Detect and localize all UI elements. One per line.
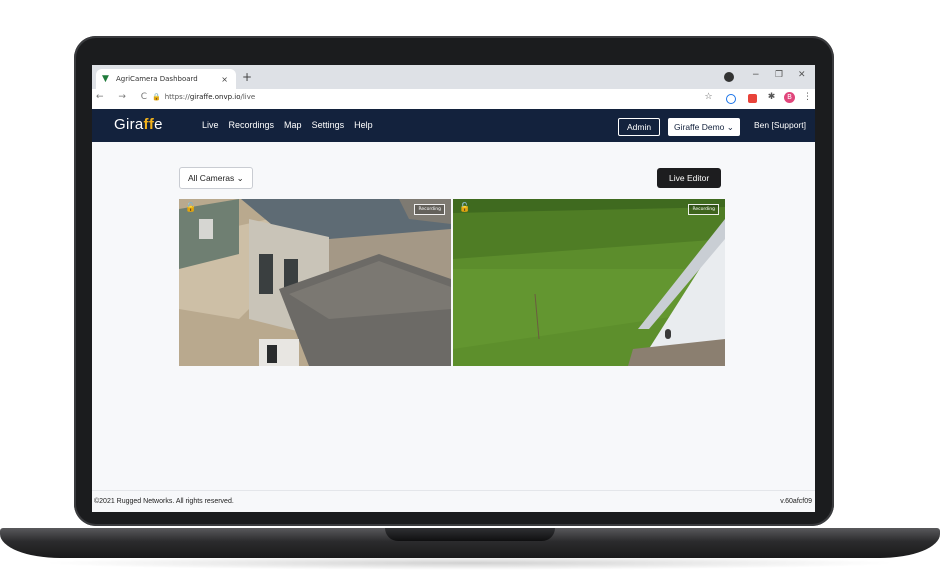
version-text: v.60afcf09 [780, 498, 812, 505]
nav-map[interactable]: Map [284, 120, 302, 130]
main-nav: Live Recordings Map Settings Help [202, 120, 373, 130]
camera-feed-image [179, 199, 451, 366]
nav-buttons[interactable]: ← → C [96, 92, 153, 102]
url-field[interactable]: 🔒 https://giraffe.onvp.io/live [152, 93, 255, 101]
camera-filter-select[interactable]: All Cameras ⌄ [179, 167, 253, 189]
nav-live[interactable]: Live [202, 120, 219, 130]
camera-feed[interactable]: 🔓 Recording [453, 199, 725, 366]
unlock-icon[interactable]: 🔓 [459, 203, 470, 213]
extension-2-icon[interactable] [748, 94, 757, 103]
browser-tabstrip: ▼ AgriCamera Dashboard × + − ❐ ✕ [92, 65, 815, 89]
laptop-screen: ▼ AgriCamera Dashboard × + − ❐ ✕ ← → C 🔒… [92, 65, 815, 512]
copyright-text: ©2021 Rugged Networks. All rights reserv… [94, 498, 234, 505]
restore-icon[interactable]: ❐ [775, 70, 783, 80]
menu-kebab-icon[interactable]: ⋮ [802, 92, 813, 103]
logo-text-1: Gira [114, 116, 144, 133]
nav-settings[interactable]: Settings [312, 120, 345, 130]
tab-close-icon[interactable]: × [221, 75, 228, 84]
user-menu[interactable]: Ben [Support] [754, 120, 806, 130]
address-bar: ← → C 🔒 https://giraffe.onvp.io/live ☆ ✱ … [92, 89, 815, 110]
profile-dot-icon[interactable] [724, 72, 734, 82]
org-select[interactable]: Giraffe Demo ⌄ [668, 118, 740, 136]
camera-feed-image [453, 199, 725, 366]
admin-button[interactable]: Admin [618, 118, 661, 136]
chevron-down-icon: ⌄ [236, 173, 244, 183]
avatar[interactable]: B [784, 92, 795, 103]
url-scheme: https:// [164, 93, 190, 101]
recording-badge: Recording [688, 204, 719, 215]
url-path: /live [240, 93, 256, 101]
logo-text-accent: ff [143, 116, 155, 133]
camera-feed[interactable]: 🔓 Recording [179, 199, 451, 366]
app-header: Giraffe Live Recordings Map Settings Hel… [92, 109, 815, 142]
laptop-shadow [40, 556, 900, 570]
lock-icon: 🔒 [152, 93, 161, 101]
close-window-icon[interactable]: ✕ [798, 70, 806, 80]
puzzle-icon[interactable]: ✱ [766, 92, 777, 103]
tab-title: AgriCamera Dashboard [116, 75, 198, 83]
chevron-down-icon: ⌄ [726, 122, 734, 132]
star-icon[interactable]: ☆ [703, 92, 714, 103]
new-tab-button[interactable]: + [242, 70, 252, 84]
unlock-icon[interactable]: 🔓 [185, 203, 196, 213]
minimize-icon[interactable]: − [752, 70, 760, 80]
extension-1-icon[interactable] [726, 94, 736, 104]
logo-text-2: e [154, 116, 163, 133]
nav-help[interactable]: Help [354, 120, 373, 130]
url-host: giraffe.onvp.io [189, 93, 241, 101]
giraffe-logo[interactable]: Giraffe [114, 116, 163, 133]
browser-tab[interactable]: ▼ AgriCamera Dashboard × [96, 69, 236, 89]
live-editor-button[interactable]: Live Editor [657, 168, 722, 188]
org-select-label: Giraffe Demo [674, 122, 725, 132]
favicon-icon: ▼ [102, 73, 109, 84]
recording-badge: Recording [414, 204, 445, 215]
camera-filter-label: All Cameras [188, 173, 235, 183]
page-footer: ©2021 Rugged Networks. All rights reserv… [92, 490, 815, 512]
nav-recordings[interactable]: Recordings [229, 120, 275, 130]
laptop-notch [385, 528, 555, 541]
